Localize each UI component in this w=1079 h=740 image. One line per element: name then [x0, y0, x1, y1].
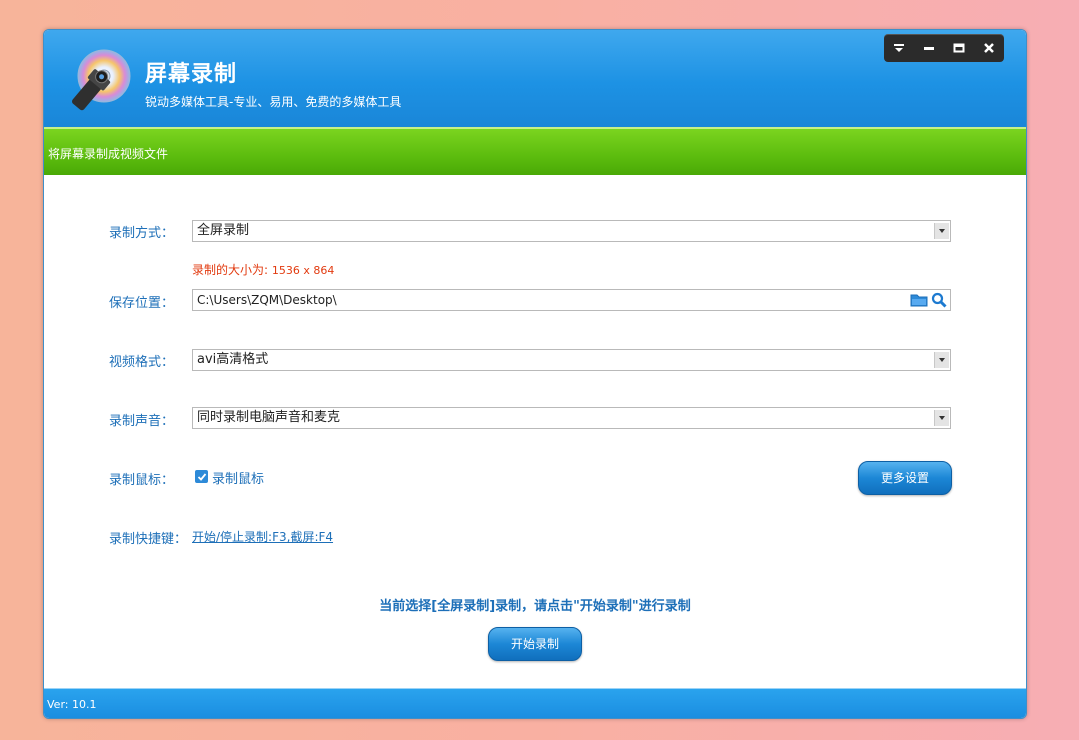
- save-label: 保存位置：: [109, 296, 175, 311]
- section-title: 将屏幕录制成视频文件: [48, 147, 169, 161]
- recording-size-note: 录制的大小为: 1536 x 864: [192, 261, 334, 278]
- app-title: 屏幕录制: [145, 62, 238, 87]
- format-label: 视频格式：: [109, 355, 175, 370]
- save-path-value: C:\Users\ZQM\Desktop\: [197, 293, 337, 307]
- format-select[interactable]: avi高清格式: [192, 349, 951, 371]
- shortcut-label: 录制快捷键：: [109, 532, 188, 547]
- version-label: Ver: 10.1: [47, 698, 97, 711]
- chevron-down-icon[interactable]: [934, 410, 949, 426]
- format-select-value: avi高清格式: [197, 352, 269, 367]
- chevron-down-icon[interactable]: [934, 223, 949, 239]
- title-bar[interactable]: 屏幕录制 锐动多媒体工具-专业、易用、免费的多媒体工具: [44, 30, 1026, 127]
- mode-label: 录制方式：: [109, 226, 175, 241]
- record-mouse-checkbox[interactable]: [195, 470, 208, 483]
- search-icon[interactable]: [931, 292, 947, 314]
- app-window: 屏幕录制 锐动多媒体工具-专业、易用、免费的多媒体工具 将屏幕录制成视频文件 录…: [43, 29, 1027, 719]
- audio-select[interactable]: 同时录制电脑声音和麦克: [192, 407, 951, 429]
- checkmark-icon: [197, 472, 206, 481]
- status-message: 当前选择[全屏录制]录制，请点击"开始录制"进行录制: [379, 599, 691, 614]
- mode-select-value: 全屏录制: [197, 223, 250, 238]
- maximize-icon[interactable]: [947, 37, 971, 59]
- close-icon[interactable]: [977, 37, 1001, 59]
- start-recording-button[interactable]: 开始录制: [488, 627, 582, 661]
- window-controls: [884, 34, 1004, 62]
- shortcut-link[interactable]: 开始/停止录制:F3,截屏:F4: [192, 528, 333, 545]
- section-header: 将屏幕录制成视频文件: [44, 127, 1026, 175]
- audio-select-value: 同时录制电脑声音和麦克: [197, 410, 341, 425]
- folder-icon[interactable]: [910, 293, 928, 313]
- save-path-field[interactable]: C:\Users\ZQM\Desktop\: [192, 289, 951, 311]
- size-note-prefix: 录制的大小为:: [192, 263, 269, 277]
- status-bar: Ver: 10.1: [44, 688, 1026, 718]
- size-note-value: 1536 x 864: [271, 264, 335, 277]
- app-subtitle: 锐动多媒体工具-专业、易用、免费的多媒体工具: [145, 95, 402, 109]
- record-mouse-label[interactable]: 录制鼠标: [212, 468, 264, 487]
- chevron-down-icon[interactable]: [934, 352, 949, 368]
- menu-down-icon[interactable]: [887, 37, 911, 59]
- mouse-label: 录制鼠标：: [109, 473, 175, 488]
- audio-label: 录制声音：: [109, 414, 175, 429]
- more-settings-button[interactable]: 更多设置: [858, 461, 952, 495]
- minimize-icon[interactable]: [917, 37, 941, 59]
- mode-select[interactable]: 全屏录制: [192, 220, 951, 242]
- screen-recorder-logo-icon: [64, 46, 134, 114]
